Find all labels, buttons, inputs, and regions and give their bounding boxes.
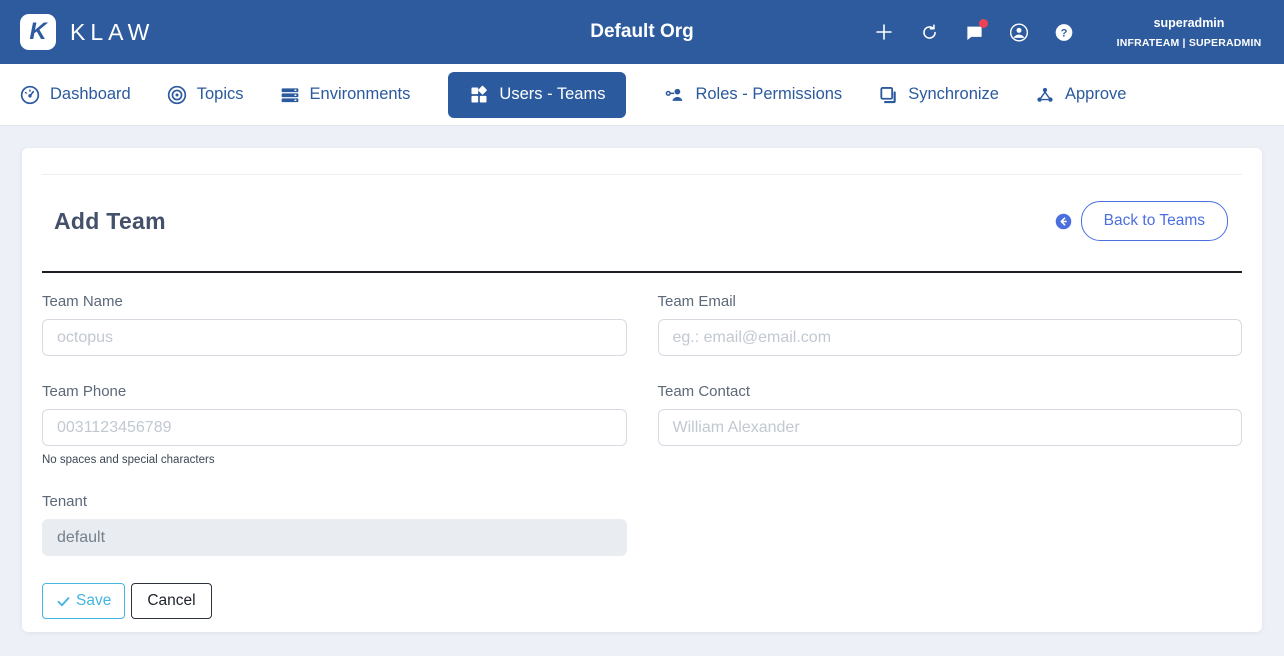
roles-permissions-icon	[666, 88, 683, 101]
tab-label: Synchronize	[908, 85, 999, 103]
tenant-input	[42, 519, 627, 556]
user-team-role: INFRATEAM | SUPERADMIN	[1116, 36, 1262, 49]
tab-label: Roles - Permissions	[695, 85, 843, 103]
team-email-label: Team Email	[657, 293, 736, 310]
tab-label: Topics	[196, 85, 244, 103]
team-name-field: Team Name	[42, 293, 627, 356]
team-contact-label: Team Contact	[657, 383, 751, 400]
brand[interactable]: K KLAW	[20, 14, 154, 50]
team-name-label: Team Name	[42, 293, 123, 310]
org-title: Default Org	[590, 21, 694, 42]
team-email-field: Team Email	[657, 293, 1242, 356]
tab-approve[interactable]: Approve	[1035, 85, 1126, 105]
user-name: superadmin	[1153, 15, 1225, 30]
team-phone-field: Team Phone No spaces and special charact…	[42, 383, 627, 466]
tab-topics[interactable]: Topics	[167, 85, 244, 105]
tab-label: Dashboard	[50, 85, 131, 103]
team-phone-hint: No spaces and special characters	[42, 454, 215, 466]
tab-roles-permissions[interactable]: Roles - Permissions	[664, 85, 842, 105]
tab-label: Approve	[1065, 85, 1127, 103]
team-email-input[interactable]	[657, 319, 1242, 356]
tenant-field: Tenant	[42, 493, 627, 556]
save-button[interactable]: Save	[42, 583, 126, 619]
tab-environments[interactable]: Environments	[280, 85, 411, 105]
topics-target-icon	[167, 85, 186, 104]
svg-text:?: ?	[1061, 27, 1068, 39]
tab-users-teams[interactable]: Users - Teams	[448, 71, 627, 118]
synchronize-copy-icon	[880, 86, 896, 103]
tab-label: Environments	[309, 85, 411, 103]
tab-synchronize[interactable]: Synchronize	[878, 85, 999, 105]
team-phone-label: Team Phone	[42, 383, 127, 400]
app-header: K KLAW Default Org ? superadmin INFRATEA…	[0, 0, 1284, 64]
page-title: Add Team	[54, 207, 166, 234]
back-arrow-circle-icon[interactable]	[1055, 213, 1072, 230]
save-button-label: Save	[76, 592, 112, 609]
back-to-teams-button[interactable]: Back to Teams	[1080, 201, 1228, 241]
users-teams-widgets-icon	[471, 85, 488, 102]
help-icon[interactable]: ?	[1054, 22, 1074, 42]
user-block[interactable]: superadmin INFRATEAM | SUPERADMIN	[1114, 16, 1264, 49]
refresh-icon[interactable]	[919, 22, 939, 42]
team-phone-input[interactable]	[42, 409, 627, 446]
team-contact-field: Team Contact	[657, 383, 1242, 466]
team-name-input[interactable]	[42, 319, 627, 356]
main-content: Add Team Back to Teams Team Name Team Em…	[0, 126, 1284, 654]
tab-dashboard[interactable]: Dashboard	[20, 85, 131, 105]
dashboard-gauge-icon	[20, 85, 40, 104]
chat-icon[interactable]	[964, 19, 988, 42]
notification-dot	[979, 19, 988, 28]
add-icon[interactable]	[874, 22, 894, 42]
check-icon	[57, 596, 70, 606]
team-contact-input[interactable]	[657, 409, 1242, 446]
tenant-label: Tenant	[42, 493, 88, 510]
main-nav: Dashboard Topics Environments Users - Te…	[0, 64, 1284, 126]
account-icon[interactable]	[1009, 22, 1029, 42]
tab-label: Users - Teams	[499, 85, 606, 103]
add-team-form: Team Name Team Email Team Phone No space…	[42, 273, 1242, 556]
environments-storage-icon	[281, 87, 298, 102]
klaw-logo-glyph: K	[29, 18, 47, 45]
brand-name: KLAW	[70, 18, 155, 45]
klaw-logo-icon: K	[20, 14, 56, 50]
cancel-button[interactable]: Cancel	[131, 583, 212, 619]
add-team-card: Add Team Back to Teams Team Name Team Em…	[22, 148, 1262, 632]
approve-hub-icon	[1037, 87, 1053, 102]
